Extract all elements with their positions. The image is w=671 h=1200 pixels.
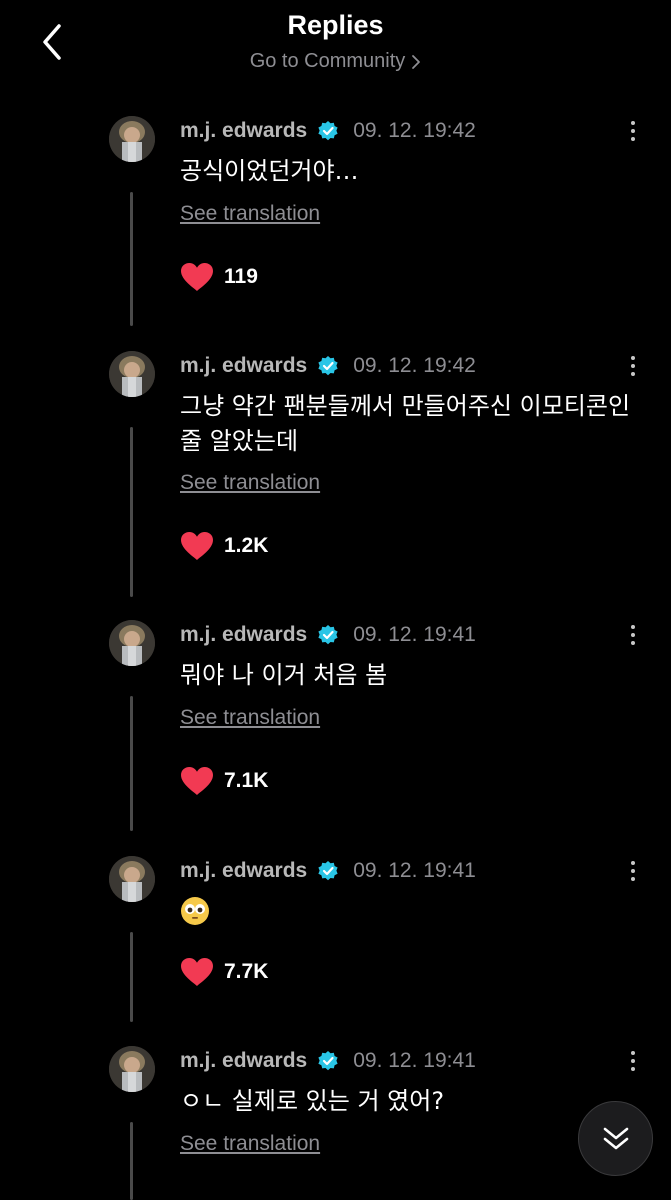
reply-item: m.j. edwards 09. 12. 19:41 뭐야 나 이거 처음 봄 … (0, 620, 671, 835)
author-name[interactable]: m.j. edwards (180, 859, 307, 883)
author-name[interactable]: m.j. edwards (180, 354, 307, 378)
more-options-button[interactable] (622, 1046, 644, 1076)
more-options-button[interactable] (622, 351, 644, 381)
reply-text: 그냥 약간 팬분들께서 만들어주신 이모티콘인 줄 알았는데 (180, 392, 631, 455)
page-title: Replies (287, 10, 384, 40)
author-name[interactable]: m.j. edwards (180, 1049, 307, 1073)
flushed-face-emoji-icon (181, 897, 209, 925)
reply-meta: m.j. edwards 09. 12. 19:42 (180, 351, 476, 381)
like-button[interactable]: 119 (180, 259, 258, 295)
verified-badge-icon (318, 1051, 338, 1071)
more-options-button[interactable] (622, 116, 644, 146)
heart-icon (181, 767, 213, 795)
double-chevron-down-icon (603, 1127, 628, 1149)
like-count: 119 (224, 265, 258, 288)
reply-text: 공식이었던거야… (180, 157, 359, 185)
author-name[interactable]: m.j. edwards (180, 623, 307, 647)
reply-text: ㅇㄴ 실제로 있는 거 였어? (180, 1087, 445, 1115)
reply-item: m.j. edwards 09. 12. 19:41 ㅇㄴ 실제로 있는 거 였… (0, 1046, 671, 1200)
verified-badge-icon (318, 121, 338, 141)
avatar[interactable] (109, 116, 155, 162)
see-translation-link[interactable]: See translation (180, 706, 320, 730)
go-to-community-label: Go to Community (249, 50, 406, 72)
verified-badge-icon (318, 356, 338, 376)
reply-emoji (180, 896, 210, 930)
timestamp: 09. 12. 19:41 (353, 859, 476, 882)
go-to-community-link[interactable]: Go to Community (0, 50, 671, 73)
heart-icon (181, 958, 213, 986)
thread-line (130, 696, 133, 831)
like-button[interactable]: 1.2K (180, 528, 268, 564)
reply-item: m.j. edwards 09. 12. 19:41 7.7K (0, 856, 671, 1026)
like-count: 7.7K (224, 960, 269, 983)
more-options-button[interactable] (622, 856, 644, 886)
thread-line (130, 192, 133, 326)
author-name[interactable]: m.j. edwards (180, 119, 307, 143)
like-count: 1.2K (224, 534, 269, 557)
heart-icon (181, 532, 213, 560)
see-translation-link[interactable]: See translation (180, 1132, 320, 1156)
avatar[interactable] (109, 620, 155, 666)
chevron-right-icon (412, 54, 421, 69)
heart-icon (181, 263, 213, 291)
timestamp: 09. 12. 19:41 (353, 623, 476, 646)
like-button[interactable]: 7.1K (180, 763, 268, 799)
avatar[interactable] (109, 351, 155, 397)
like-button[interactable]: 7.7K (180, 954, 268, 990)
like-count: 7.1K (224, 769, 269, 792)
verified-badge-icon (318, 625, 338, 645)
reply-meta: m.j. edwards 09. 12. 19:42 (180, 116, 476, 146)
timestamp: 09. 12. 19:41 (353, 1049, 476, 1072)
header: Replies Go to Community (0, 0, 671, 95)
thread-line (130, 932, 133, 1022)
more-options-button[interactable] (622, 620, 644, 650)
avatar[interactable] (109, 856, 155, 902)
timestamp: 09. 12. 19:42 (353, 119, 476, 142)
reply-meta: m.j. edwards 09. 12. 19:41 (180, 620, 476, 650)
reply-item: m.j. edwards 09. 12. 19:42 그냥 약간 팬분들께서 만… (0, 351, 671, 601)
reply-text: 뭐야 나 이거 처음 봄 (180, 661, 388, 689)
reply-meta: m.j. edwards 09. 12. 19:41 (180, 856, 476, 886)
see-translation-link[interactable]: See translation (180, 202, 320, 226)
reply-item: m.j. edwards 09. 12. 19:42 공식이었던거야… See … (0, 116, 671, 331)
thread-line (130, 1122, 133, 1200)
thread-line (130, 427, 133, 597)
see-translation-link[interactable]: See translation (180, 471, 320, 495)
verified-badge-icon (318, 861, 338, 881)
scroll-to-bottom-button[interactable] (578, 1101, 653, 1176)
avatar[interactable] (109, 1046, 155, 1092)
timestamp: 09. 12. 19:42 (353, 354, 476, 377)
reply-meta: m.j. edwards 09. 12. 19:41 (180, 1046, 476, 1076)
